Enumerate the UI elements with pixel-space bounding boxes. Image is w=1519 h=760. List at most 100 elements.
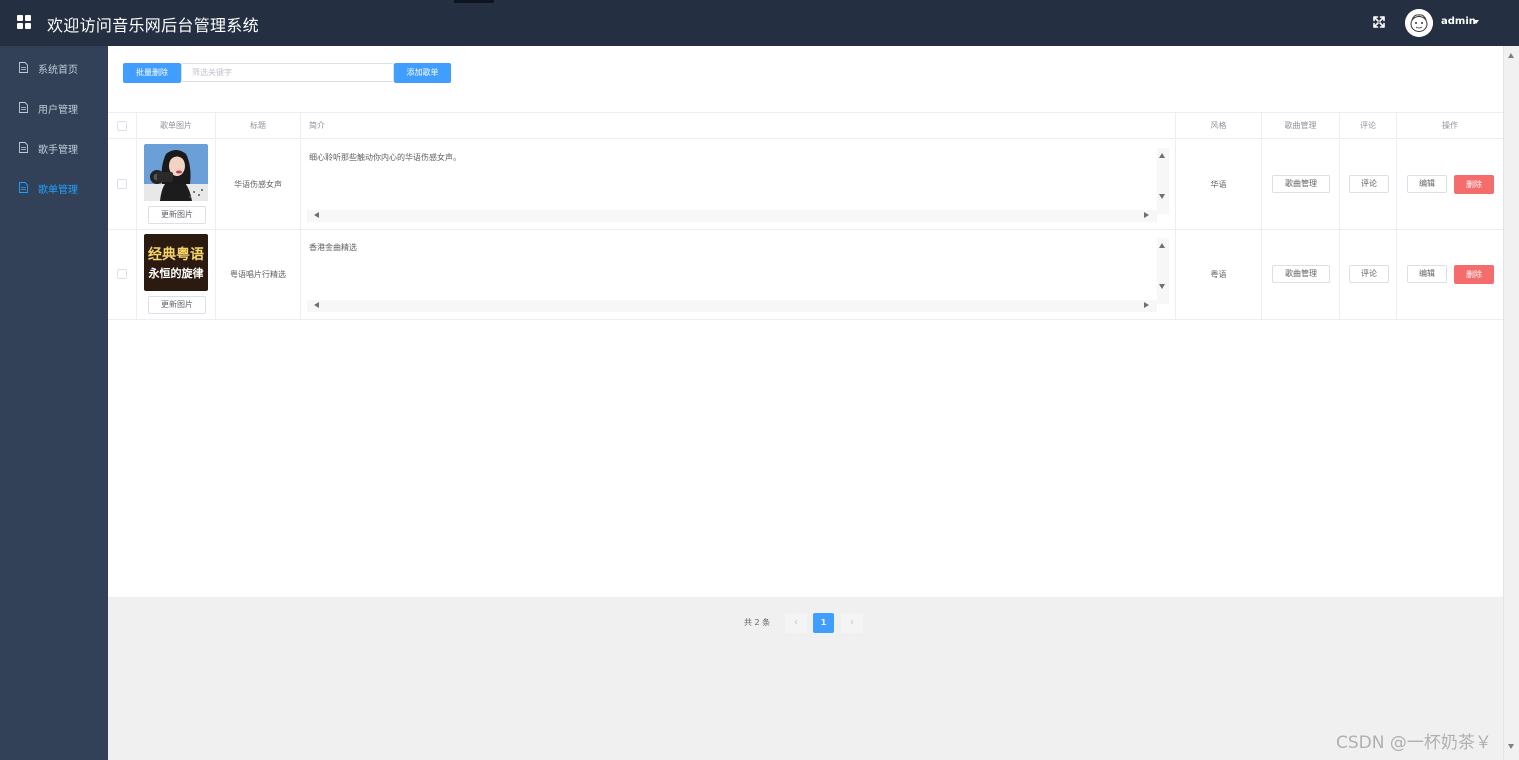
scroll-down-arrow-icon[interactable] [1159, 284, 1165, 289]
table-header: 歌单图片 标题 简介 风格 歌曲管理 评论 操作 [108, 113, 1503, 139]
song-manage-cell: 歌曲管理 [1262, 140, 1340, 230]
watermark: CSDN @一杯奶茶￥ [1336, 733, 1492, 753]
edit-button[interactable]: 编辑 [1407, 175, 1447, 193]
intro-horizontal-scrollbar[interactable] [307, 210, 1157, 222]
column-header-style: 风格 [1176, 113, 1262, 139]
document-icon [19, 182, 28, 193]
page-scroll-down-arrow-icon[interactable] [1508, 744, 1514, 749]
intro-text: 香港金曲精选 [309, 243, 357, 252]
intro-text: 细心聆听那些触动你内心的华语伤感女声。 [309, 153, 461, 162]
avatar-face-icon [1405, 9, 1433, 37]
row-checkbox[interactable] [117, 179, 127, 189]
style-cell: 粤语 [1176, 230, 1262, 320]
sidebar-item-playlists[interactable]: 歌单管理 [0, 167, 108, 207]
cover-cell: 经典粤语 永恒的旋律 更新图片 [137, 230, 216, 320]
page-number-button[interactable]: 1 [813, 613, 834, 633]
intro-textarea[interactable]: 细心聆听那些触动你内心的华语伤感女声。 [307, 148, 1169, 222]
playlist-cover-image [144, 144, 208, 201]
batch-delete-button[interactable]: 批量删除 [123, 63, 181, 83]
column-header-cover: 歌单图片 [137, 113, 216, 139]
caret-down-icon[interactable] [1473, 20, 1479, 24]
prev-page-button[interactable]: ‹ [785, 613, 807, 633]
toolbar: 批量删除 添加歌单 [108, 46, 1503, 112]
comment-cell: 评论 [1340, 230, 1397, 320]
intro-cell: 细心聆听那些触动你内心的华语伤感女声。 [301, 140, 1176, 230]
scroll-right-arrow-icon[interactable] [1144, 302, 1149, 308]
title-cell: 华语伤感女声 [216, 140, 301, 230]
add-playlist-button[interactable]: 添加歌单 [394, 63, 451, 83]
playlist-style: 粤语 [1210, 270, 1227, 279]
document-icon [19, 102, 28, 113]
scroll-left-arrow-icon[interactable] [314, 302, 319, 308]
edit-button[interactable]: 编辑 [1407, 265, 1447, 283]
sidebar-item-label: 歌单管理 [38, 185, 78, 196]
delete-button[interactable]: 删除 [1454, 265, 1494, 284]
sidebar-item-users[interactable]: 用户管理 [0, 87, 108, 127]
intro-horizontal-scrollbar[interactable] [307, 300, 1157, 312]
username[interactable]: admin [1441, 16, 1476, 27]
header-checkbox-cell [108, 113, 137, 139]
sidebar-item-label: 系统首页 [38, 65, 78, 76]
fullscreen-icon[interactable] [1371, 14, 1387, 30]
comment-button[interactable]: 评论 [1349, 265, 1389, 283]
document-icon [19, 142, 28, 153]
scroll-up-arrow-icon[interactable] [1159, 153, 1165, 158]
row-checkbox-cell [108, 230, 137, 320]
grid-icon[interactable] [17, 15, 31, 29]
playlist-title: 华语伤感女声 [234, 180, 282, 189]
comment-cell: 评论 [1340, 140, 1397, 230]
intro-cell: 香港金曲精选 [301, 230, 1176, 320]
main-content: 批量删除 添加歌单 歌单图片 标题 简介 风格 歌曲管理 评论 操作 [108, 46, 1503, 760]
actions-cell: 编辑 删除 [1397, 230, 1503, 320]
next-page-button[interactable]: › [841, 613, 863, 633]
svg-text:永恒的旋律: 永恒的旋律 [148, 266, 204, 280]
top-accent-bar [454, 0, 494, 3]
page-scrollbar[interactable] [1503, 46, 1519, 760]
column-header-comment: 评论 [1340, 113, 1397, 139]
cover-cell: 更新图片 [137, 140, 216, 230]
update-image-button[interactable]: 更新图片 [148, 206, 206, 224]
search-input[interactable] [181, 63, 394, 82]
avatar[interactable] [1405, 9, 1433, 37]
page-scroll-up-arrow-icon[interactable] [1508, 53, 1514, 58]
playlist-table: 歌单图片 标题 简介 风格 歌曲管理 评论 操作 更新图片 华语伤感女声 细心聆… [108, 112, 1503, 597]
svg-text:经典粤语: 经典粤语 [148, 246, 204, 263]
actions-cell: 编辑 删除 [1397, 140, 1503, 230]
title-cell: 粤语唱片行精选 [216, 230, 301, 320]
delete-button[interactable]: 删除 [1454, 175, 1494, 194]
table-row: 更新图片 华语伤感女声 细心聆听那些触动你内心的华语伤感女声。 华语 歌曲管理 … [108, 140, 1503, 230]
column-header-actions: 操作 [1442, 121, 1458, 130]
sidebar: 系统首页 用户管理 歌手管理 歌单管理 [0, 46, 108, 760]
intro-textarea[interactable]: 香港金曲精选 [307, 238, 1169, 312]
song-manage-cell: 歌曲管理 [1262, 230, 1340, 320]
playlist-title: 粤语唱片行精选 [230, 270, 286, 279]
document-icon [19, 62, 28, 73]
column-header-intro: 简介 [301, 113, 1176, 139]
playlist-cover-image: 经典粤语 永恒的旋律 [144, 234, 208, 291]
column-header-title: 标题 [216, 113, 301, 139]
sidebar-item-label: 歌手管理 [38, 145, 78, 156]
update-image-button[interactable]: 更新图片 [148, 296, 206, 314]
app-title: 欢迎访问音乐网后台管理系统 [47, 16, 259, 35]
pagination-total: 共 2 条 [744, 618, 771, 627]
scroll-up-arrow-icon[interactable] [1159, 243, 1165, 248]
row-checkbox[interactable] [117, 269, 127, 279]
intro-vertical-scrollbar[interactable] [1157, 148, 1169, 214]
comment-button[interactable]: 评论 [1349, 175, 1389, 193]
column-header-song-manage: 歌曲管理 [1262, 113, 1340, 139]
scroll-left-arrow-icon[interactable] [314, 212, 319, 218]
song-manage-button[interactable]: 歌曲管理 [1272, 265, 1330, 283]
sidebar-item-home[interactable]: 系统首页 [0, 47, 108, 87]
scroll-down-arrow-icon[interactable] [1159, 194, 1165, 199]
row-checkbox-cell [108, 140, 137, 230]
style-cell: 华语 [1176, 140, 1262, 230]
playlist-style: 华语 [1210, 180, 1227, 189]
song-manage-button[interactable]: 歌曲管理 [1272, 175, 1330, 193]
intro-vertical-scrollbar[interactable] [1157, 238, 1169, 304]
sidebar-item-label: 用户管理 [38, 105, 78, 116]
table-row: 经典粤语 永恒的旋律 更新图片 粤语唱片行精选 香港金曲精选 粤语 歌曲管理 评… [108, 230, 1503, 320]
select-all-checkbox[interactable] [117, 121, 127, 131]
scroll-right-arrow-icon[interactable] [1144, 212, 1149, 218]
top-header: 欢迎访问音乐网后台管理系统 admin [0, 0, 1519, 46]
sidebar-item-singers[interactable]: 歌手管理 [0, 127, 108, 167]
